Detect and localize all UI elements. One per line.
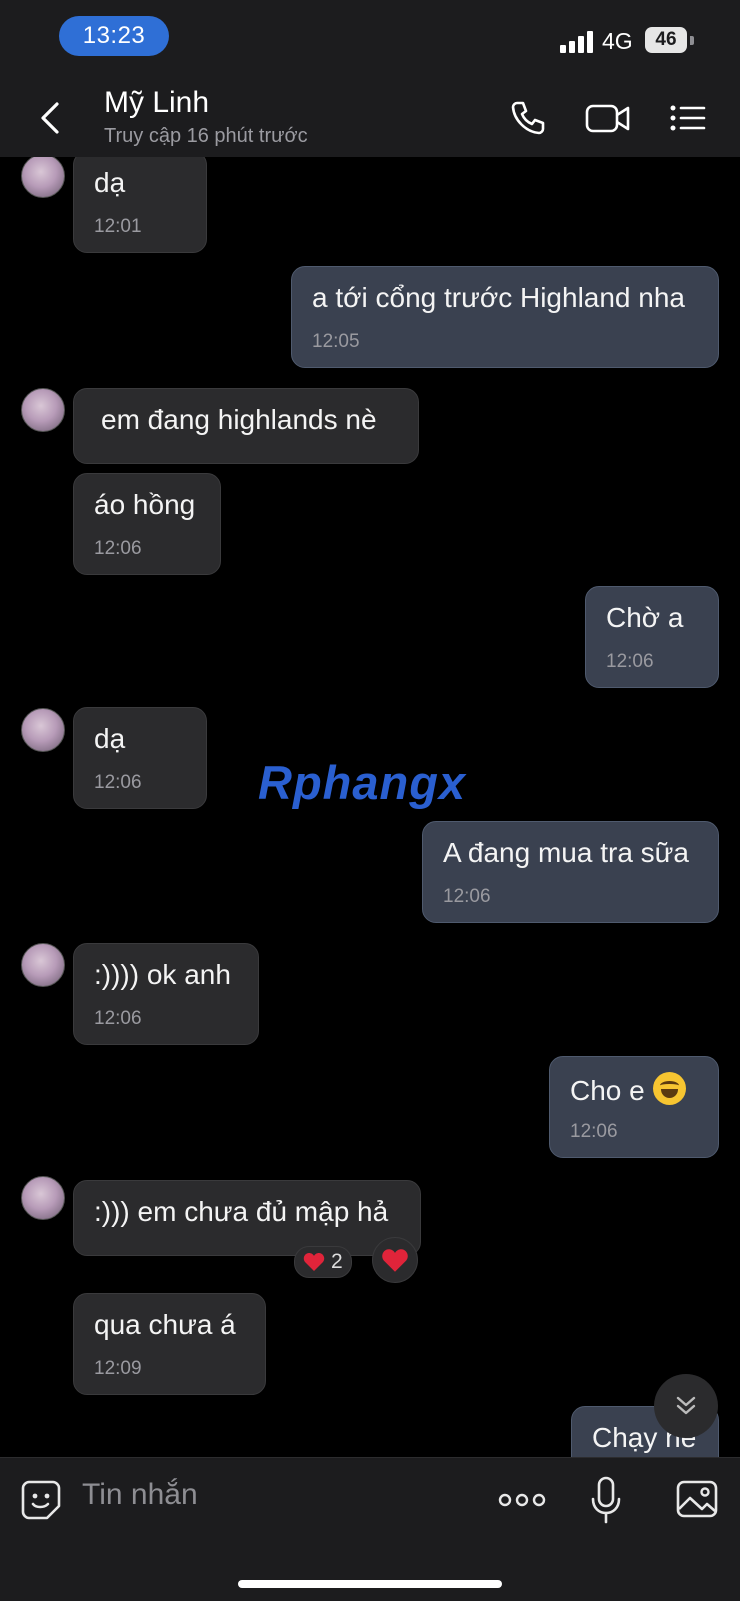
- contact-last-seen: Truy cập 16 phút trước: [104, 125, 308, 147]
- message-bubble-outgoing[interactable]: A đang mua tra sữa 12:06: [422, 821, 719, 923]
- heart-icon: [382, 1248, 408, 1272]
- message-text-row: Cho e: [570, 1072, 686, 1107]
- message-bubble-incoming[interactable]: qua chưa á 12:09: [73, 1293, 266, 1395]
- battery-icon: 46: [645, 27, 687, 53]
- message-time: 12:06: [94, 772, 142, 793]
- reaction-count[interactable]: 2: [294, 1246, 352, 1278]
- message-bubble-incoming[interactable]: áo hồng 12:06: [73, 473, 221, 575]
- image-gallery-icon[interactable]: [675, 1479, 719, 1519]
- watermark-logo: Rphangx: [258, 756, 467, 809]
- message-time: 12:06: [606, 651, 654, 672]
- sticker-icon[interactable]: [20, 1479, 62, 1521]
- phone-icon[interactable]: [508, 98, 548, 138]
- avatar[interactable]: [21, 943, 65, 987]
- laughing-emoji-icon: [652, 1072, 686, 1105]
- reaction-count-text: 2: [331, 1250, 343, 1273]
- message-text: a tới cổng trước Highland nha: [312, 282, 685, 313]
- message-bubble-incoming[interactable]: em đang highlands nè: [73, 388, 419, 464]
- message-text: dạ: [94, 723, 126, 754]
- heart-icon: [303, 1253, 325, 1271]
- contact-name[interactable]: Mỹ Linh: [104, 86, 209, 120]
- video-call-icon[interactable]: [585, 98, 631, 138]
- message-text: em đang highlands nè: [101, 404, 377, 435]
- menu-list-icon[interactable]: [669, 98, 707, 138]
- more-options-icon[interactable]: [498, 1492, 546, 1508]
- message-text: Cho e: [570, 1075, 645, 1106]
- network-type: 4G: [602, 28, 633, 54]
- avatar[interactable]: [21, 157, 65, 198]
- message-time: 12:06: [94, 1008, 142, 1029]
- message-text: áo hồng: [94, 489, 196, 520]
- react-heart-button[interactable]: [372, 1237, 418, 1283]
- microphone-icon[interactable]: [590, 1475, 622, 1525]
- message-text: dạ: [94, 167, 126, 198]
- home-indicator[interactable]: [238, 1580, 502, 1588]
- composer-bar: Tin nhắn: [0, 1457, 740, 1601]
- message-bubble-outgoing[interactable]: a tới cổng trước Highland nha 12:05: [291, 266, 719, 368]
- message-bubble-outgoing[interactable]: Cho e 12:06: [549, 1056, 719, 1158]
- message-input[interactable]: Tin nhắn: [82, 1478, 198, 1512]
- message-time: 12:06: [94, 538, 142, 559]
- message-list[interactable]: dạ 12:01 a tới cổng trước Highland nha 1…: [0, 157, 740, 1457]
- avatar[interactable]: [21, 388, 65, 432]
- message-bubble-outgoing[interactable]: Chờ a 12:06: [585, 586, 719, 688]
- message-time: 12:01: [94, 216, 142, 237]
- message-text: :)))) ok anh: [94, 959, 231, 990]
- message-time: 12:06: [570, 1121, 618, 1142]
- signal-icon: [560, 29, 596, 53]
- status-bar: 13:23 4G 46: [0, 0, 740, 78]
- avatar[interactable]: [21, 1176, 65, 1220]
- chat-header: Mỹ Linh Truy cập 16 phút trước: [0, 78, 740, 157]
- status-time: 13:23: [59, 16, 169, 56]
- message-text: Chờ a: [606, 602, 684, 633]
- chevron-double-down-icon: [676, 1396, 696, 1415]
- message-time: 12:06: [443, 886, 491, 907]
- message-text: A đang mua tra sữa: [443, 837, 689, 868]
- message-text: :))) em chưa đủ mập hả: [94, 1196, 389, 1227]
- back-icon[interactable]: [35, 100, 65, 136]
- message-time: 12:09: [94, 1358, 142, 1379]
- battery-tip: [690, 36, 694, 45]
- message-bubble-incoming[interactable]: :))) em chưa đủ mập hả: [73, 1180, 421, 1256]
- avatar[interactable]: [21, 708, 65, 752]
- scroll-to-bottom-button[interactable]: [654, 1374, 718, 1438]
- message-bubble-incoming[interactable]: dạ 12:01: [73, 157, 207, 253]
- message-bubble-incoming[interactable]: :)))) ok anh 12:06: [73, 943, 259, 1045]
- message-text: qua chưa á: [94, 1309, 236, 1340]
- message-bubble-incoming[interactable]: dạ 12:06: [73, 707, 207, 809]
- message-time: 12:05: [312, 331, 360, 352]
